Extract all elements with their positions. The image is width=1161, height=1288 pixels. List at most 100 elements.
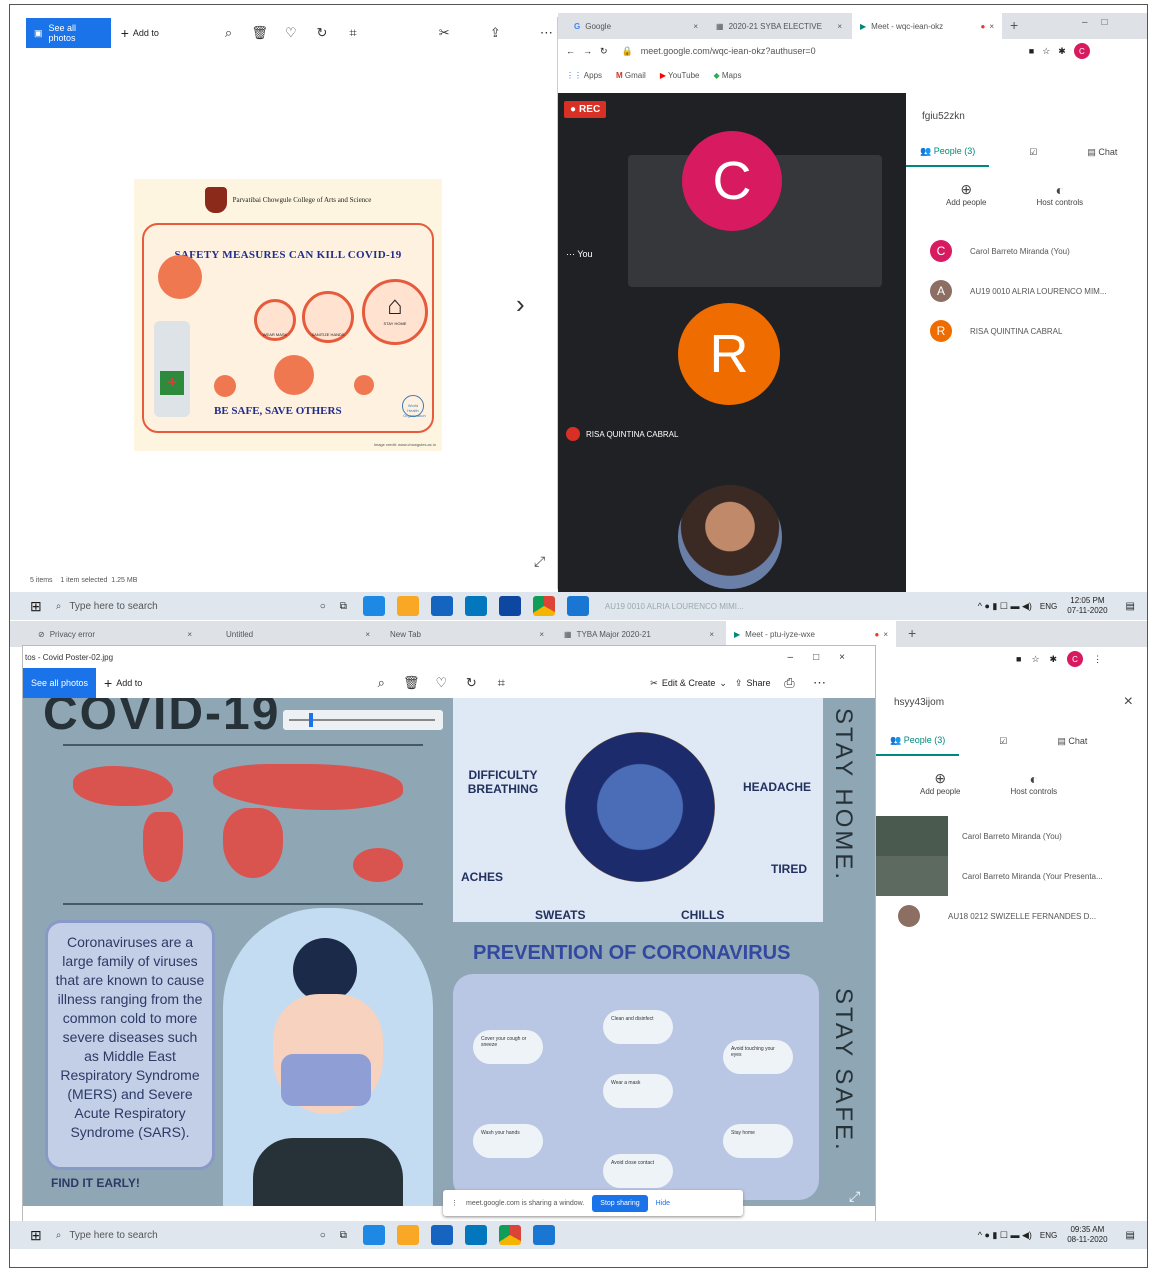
close-tab-icon[interactable]: × — [709, 630, 714, 639]
person-row[interactable]: Carol Barreto Miranda (You) — [876, 816, 1147, 856]
person-row[interactable]: AU18 0212 SWIZELLE FERNANDES D... — [876, 896, 1147, 936]
delete-icon[interactable]: 🗑 — [249, 25, 270, 41]
windows-start-icon[interactable]: ⊞ — [30, 598, 42, 615]
host-controls-button[interactable]: ◐ Host controls — [1010, 771, 1057, 796]
system-tray-icons[interactable]: ^ ● ▮ ☐ ▬ ◀) — [978, 1230, 1032, 1241]
language-indicator[interactable]: ENG — [1040, 1231, 1057, 1240]
zoom-icon[interactable]: ⌕ — [218, 25, 239, 41]
close-tab-icon[interactable]: × — [187, 630, 192, 639]
notifications-icon[interactable]: ▤ — [1126, 1230, 1135, 1241]
windows-start-icon[interactable]: ⊞ — [30, 1227, 42, 1244]
menu-icon[interactable]: ⋮ — [1093, 654, 1102, 665]
bookmark-maps[interactable]: ◆ Maps — [713, 71, 741, 80]
see-all-photos-button[interactable]: See all photos — [23, 668, 97, 698]
tab-new-tab[interactable]: New Tab × — [382, 621, 552, 647]
tab-people[interactable]: 👥 People (3) — [906, 146, 990, 167]
task-view-icon[interactable]: ⧉ — [340, 601, 347, 612]
notifications-icon[interactable]: ▤ — [1126, 601, 1135, 612]
cortana-icon[interactable]: ○ — [320, 601, 326, 612]
photos-taskbar-icon[interactable] — [532, 1225, 555, 1245]
tab-activities[interactable]: ☑ — [989, 147, 1077, 166]
tab-people[interactable]: 👥 People (3) — [876, 735, 960, 756]
crop-icon[interactable]: ⌗ — [490, 675, 512, 691]
close-tab-icon[interactable]: × — [989, 22, 994, 31]
app-icon[interactable] — [464, 596, 487, 616]
more-options-icon[interactable]: ⋯ — [566, 249, 575, 259]
favorite-icon[interactable]: ♡ — [430, 675, 452, 691]
store-icon[interactable] — [430, 596, 453, 616]
chrome-icon[interactable] — [498, 1225, 521, 1245]
edit-create-icon[interactable]: ✂ — [434, 25, 455, 41]
camera-icon[interactable]: ■ — [1029, 46, 1034, 56]
language-indicator[interactable]: ENG — [1040, 602, 1057, 611]
stop-sharing-button[interactable]: Stop sharing — [592, 1194, 648, 1212]
print-icon[interactable]: ⎙ — [778, 675, 800, 691]
reload-icon[interactable]: ↻ — [600, 46, 608, 57]
fullscreen-icon[interactable]: ⤢ — [849, 1188, 860, 1205]
add-people-button[interactable]: ⊕ Add people — [920, 770, 960, 796]
photos-taskbar-icon[interactable] — [566, 596, 589, 616]
clock[interactable]: 12:05 PM 07-11-2020 — [1067, 596, 1107, 616]
share-icon[interactable]: ⇪ — [485, 25, 506, 41]
bookmark-youtube[interactable]: ▶ YouTube — [660, 71, 700, 80]
new-tab-button[interactable]: + — [908, 625, 916, 641]
person-row[interactable]: Carol Barreto Miranda (Your Presenta... — [876, 856, 1147, 896]
profile-avatar[interactable]: C — [1073, 43, 1090, 59]
person-row[interactable]: C Carol Barreto Miranda (You) — [906, 231, 1147, 271]
bookmark-gmail[interactable]: M Gmail — [616, 71, 646, 80]
app-icon[interactable] — [464, 1225, 487, 1245]
host-controls-button[interactable]: ◐ Host controls — [1036, 182, 1083, 207]
person-row[interactable]: A AU19 0010 ALRIA LOURENCO MIM... — [906, 271, 1147, 311]
taskbar-search[interactable]: ⌕ Type here to search — [56, 601, 306, 612]
new-tab-button[interactable]: + — [1010, 17, 1018, 33]
tab-chat[interactable]: ▤ Chat — [1047, 736, 1087, 755]
window-controls[interactable]: –□× — [788, 652, 865, 663]
more-icon[interactable]: ⋯ — [808, 675, 830, 691]
extension-icon[interactable]: ✱ — [1058, 46, 1066, 57]
close-panel-icon[interactable]: × — [1124, 693, 1133, 711]
outlook-icon[interactable] — [498, 596, 521, 616]
more-icon[interactable]: ⋯ — [536, 25, 557, 41]
fullscreen-icon[interactable]: ⤢ — [534, 553, 545, 570]
star-icon[interactable]: ☆ — [1042, 46, 1050, 57]
close-tab-icon[interactable]: × — [883, 630, 888, 639]
close-tab-icon[interactable]: × — [837, 22, 842, 31]
see-all-photos-button[interactable]: ▣ See all photos — [26, 18, 111, 48]
camera-icon[interactable]: ■ — [1016, 654, 1021, 664]
tab-tyba[interactable]: ▦ TYBA Major 2020-21 × — [556, 621, 722, 647]
taskbar-search[interactable]: ⌕ Type here to search — [56, 1230, 306, 1241]
extension-icon[interactable]: ✱ — [1050, 654, 1058, 665]
tab-privacy-error[interactable]: ⊘ Privacy error × — [30, 621, 200, 647]
task-view-icon[interactable]: ⧉ — [340, 1230, 347, 1241]
person-row[interactable]: R RISA QUINTINA CABRAL — [906, 311, 1147, 351]
file-explorer-icon[interactable] — [396, 1225, 419, 1245]
bookmark-apps[interactable]: ⋮⋮ Apps — [566, 71, 602, 80]
rotate-icon[interactable]: ↻ — [311, 25, 332, 41]
url-field[interactable]: meet.google.com/wqc-iean-okz?authuser=0 — [641, 46, 1021, 56]
chrome-icon[interactable] — [532, 596, 555, 616]
file-explorer-icon[interactable] — [396, 596, 419, 616]
tab-activities[interactable]: ☑ — [959, 736, 1047, 755]
share-button[interactable]: ⇪ Share — [735, 678, 771, 689]
add-to-button[interactable]: + Add to — [121, 25, 188, 41]
store-icon[interactable] — [430, 1225, 453, 1245]
zoom-icon[interactable]: ⌕ — [370, 675, 392, 691]
drag-handle-icon[interactable]: ⋮ — [451, 1199, 458, 1207]
tab-google[interactable]: G Google × — [566, 13, 706, 39]
close-tab-icon[interactable]: × — [539, 630, 544, 639]
edit-create-button[interactable]: ✂ Edit & Create ⌄ — [650, 678, 727, 689]
back-icon[interactable]: ← — [566, 46, 575, 56]
add-to-button[interactable]: + Add to — [104, 675, 142, 691]
close-tab-icon[interactable]: × — [693, 22, 698, 31]
clock[interactable]: 09:35 AM 08-11-2020 — [1067, 1225, 1107, 1245]
tab-syba[interactable]: ▦ 2020-21 SYBA ELECTIVE × — [708, 13, 850, 39]
tab-chat[interactable]: ▤ Chat — [1077, 147, 1117, 166]
slider-thumb[interactable] — [309, 713, 313, 727]
tab-meet[interactable]: ▶ Meet - wqc-iean-okz ● × — [852, 13, 1002, 39]
close-tab-icon[interactable]: × — [365, 630, 370, 639]
system-tray-icons[interactable]: ^ ● ▮ ☐ ▬ ◀) — [978, 601, 1032, 612]
rotate-icon[interactable]: ↻ — [460, 675, 482, 691]
next-image-chevron-icon[interactable]: › — [516, 289, 525, 320]
forward-icon[interactable]: → — [583, 46, 592, 56]
add-people-button[interactable]: ⊕ Add people — [946, 181, 986, 207]
